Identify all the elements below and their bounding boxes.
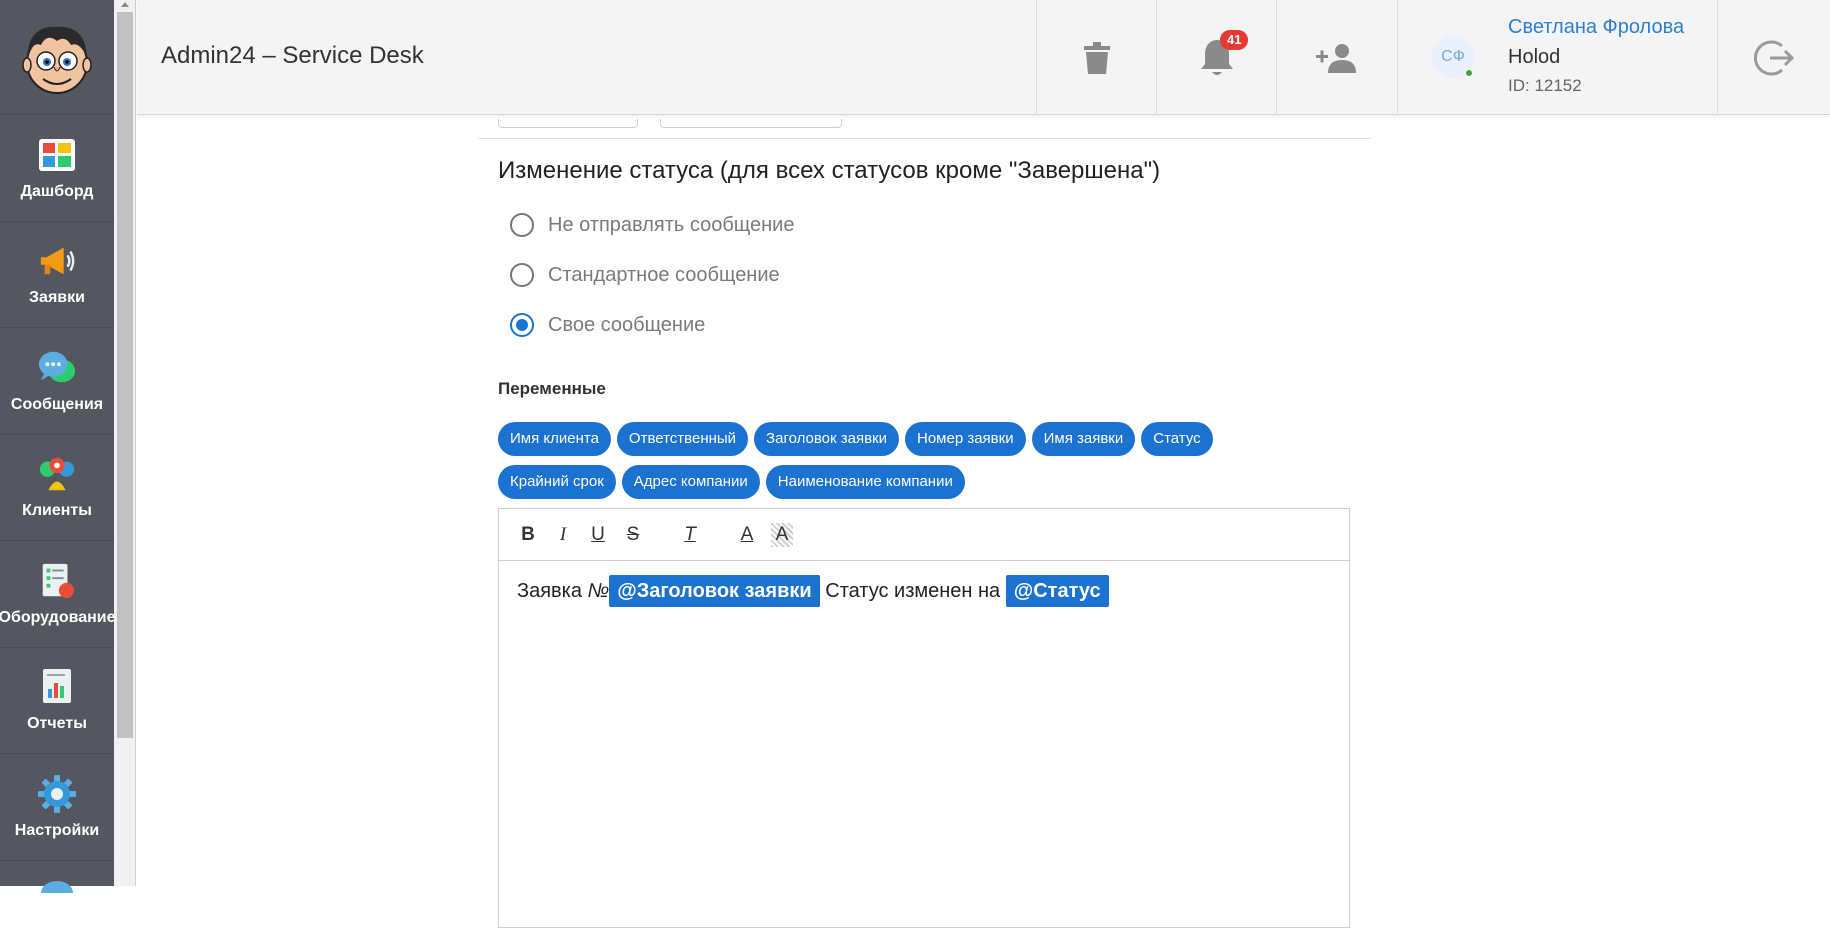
- scrollbar-thumb[interactable]: [117, 12, 133, 738]
- app-title: Admin24 – Service Desk: [161, 42, 424, 69]
- partial-button[interactable]: [498, 119, 638, 128]
- sidebar-item-reports[interactable]: Отчеты: [0, 648, 114, 754]
- clients-icon: [37, 454, 77, 494]
- variable-chip[interactable]: Наименование компании: [765, 465, 965, 499]
- avatar-face-logo-icon: [22, 26, 92, 94]
- add-user-button[interactable]: [1276, 0, 1397, 115]
- user-company: Holod: [1508, 46, 1561, 68]
- chat-bubbles-icon: [37, 348, 77, 388]
- trash-button[interactable]: [1036, 0, 1156, 115]
- variable-chip[interactable]: Адрес компании: [621, 465, 760, 499]
- reports-icon: [37, 667, 77, 707]
- radio-label: Стандартное сообщение: [548, 263, 780, 286]
- editor-toolbar: B I U S T A A: [499, 509, 1349, 561]
- section-title: Изменение статуса (для всех статусов кро…: [498, 157, 1161, 184]
- sidebar-item-partial[interactable]: [0, 861, 114, 901]
- partial-button[interactable]: [660, 119, 843, 128]
- user-id: ID: 12152: [1508, 76, 1582, 95]
- sidebar-item-messages[interactable]: Сообщения: [0, 328, 114, 435]
- radio-custom-message[interactable]: Свое сообщение: [510, 311, 705, 339]
- message-editor[interactable]: B I U S T A A Заявка № @Заголовок заявки …: [498, 508, 1350, 928]
- sidebar-item-equipment[interactable]: Оборудование: [0, 541, 116, 648]
- sidebar-item-tickets[interactable]: Заявки: [0, 222, 114, 328]
- logo[interactable]: [0, 0, 114, 115]
- inserted-variable-status[interactable]: @Статус: [1005, 575, 1109, 607]
- variable-chip[interactable]: Заголовок заявки: [754, 422, 899, 456]
- editor-text-number-sign: №: [587, 580, 610, 602]
- sidebar-item-label: Дашборд: [20, 182, 94, 200]
- notifications-button[interactable]: 41: [1156, 0, 1276, 115]
- variable-chip[interactable]: Статус: [1141, 422, 1213, 456]
- settings-gear-icon: [37, 774, 77, 814]
- italic-button[interactable]: I: [552, 523, 574, 547]
- background-color-button[interactable]: A: [771, 522, 793, 547]
- partial-buttons-row: [498, 115, 843, 128]
- dashboard-icon: [37, 135, 77, 175]
- sidebar-item-clients[interactable]: Клиенты: [0, 435, 114, 541]
- editor-content[interactable]: Заявка № @Заголовок заявки Статус изменен…: [499, 561, 1349, 621]
- strikethrough-button[interactable]: S: [622, 523, 644, 547]
- editor-text: Заявка: [517, 580, 588, 602]
- avatar-initials: СФ: [1441, 48, 1465, 65]
- variable-chip[interactable]: Ответственный: [616, 422, 749, 456]
- equipment-icon: [37, 561, 77, 601]
- sidebar-item-label: Клиенты: [22, 502, 92, 520]
- radio-button[interactable]: [510, 213, 534, 237]
- sidebar: Дашборд Заявки Сообщения Клиенты Оборудо…: [0, 0, 116, 893]
- sidebar-item-settings[interactable]: Настройки: [0, 754, 114, 861]
- megaphone-icon: [37, 241, 77, 281]
- radio-standard-message[interactable]: Стандартное сообщение: [510, 261, 780, 289]
- underline-button[interactable]: U: [587, 523, 609, 547]
- notification-count-badge: 41: [1220, 30, 1249, 50]
- bold-button[interactable]: B: [517, 523, 539, 547]
- section-divider: [478, 138, 1371, 139]
- inserted-variable-title[interactable]: @Заголовок заявки: [609, 575, 820, 607]
- sidebar-item-label: Оборудование: [0, 608, 116, 626]
- top-header: Admin24 – Service Desk 41 СФ Светлана Фр…: [137, 0, 1830, 115]
- sidebar-item-label: Сообщения: [10, 395, 104, 413]
- partial-nav-icon: [41, 880, 73, 893]
- radio-label: Свое сообщение: [548, 313, 706, 336]
- variables-title: Переменные: [498, 379, 606, 398]
- sidebar-item-label: Настройки: [14, 821, 100, 839]
- user-profile[interactable]: СФ Светлана Фролова Holod ID: 12152: [1397, 0, 1717, 115]
- radio-button-checked[interactable]: [510, 313, 534, 337]
- sidebar-scrollbar[interactable]: [114, 0, 136, 886]
- clear-format-button[interactable]: T: [679, 523, 701, 547]
- radio-button[interactable]: [510, 263, 534, 287]
- add-user-icon: [1316, 43, 1356, 73]
- variable-chip[interactable]: Имя клиента: [498, 422, 611, 456]
- variable-chip[interactable]: Имя заявки: [1031, 422, 1136, 456]
- logout-button[interactable]: [1717, 0, 1830, 115]
- user-name[interactable]: Светлана Фролова: [1508, 16, 1684, 39]
- logout-icon: [1754, 40, 1794, 75]
- online-status-dot: [1464, 68, 1474, 78]
- sidebar-item-dashboard[interactable]: Дашборд: [0, 115, 114, 222]
- sidebar-item-label: Заявки: [29, 289, 85, 307]
- variable-chip[interactable]: Крайний срок: [498, 465, 616, 499]
- avatar[interactable]: СФ: [1432, 36, 1474, 78]
- variable-chips: Имя клиента Ответственный Заголовок заявки…: [498, 422, 1358, 508]
- editor-text: Статус изменен на: [819, 580, 1006, 602]
- trash-icon: [1083, 41, 1110, 74]
- radio-no-message[interactable]: Не отправлять сообщение: [510, 211, 794, 239]
- radio-label: Не отправлять сообщение: [548, 213, 795, 236]
- variable-chip[interactable]: Номер заявки: [905, 422, 1026, 456]
- font-color-button[interactable]: A: [736, 523, 758, 547]
- scroll-up-arrow-icon[interactable]: [121, 2, 129, 7]
- sidebar-item-label: Отчеты: [27, 715, 87, 733]
